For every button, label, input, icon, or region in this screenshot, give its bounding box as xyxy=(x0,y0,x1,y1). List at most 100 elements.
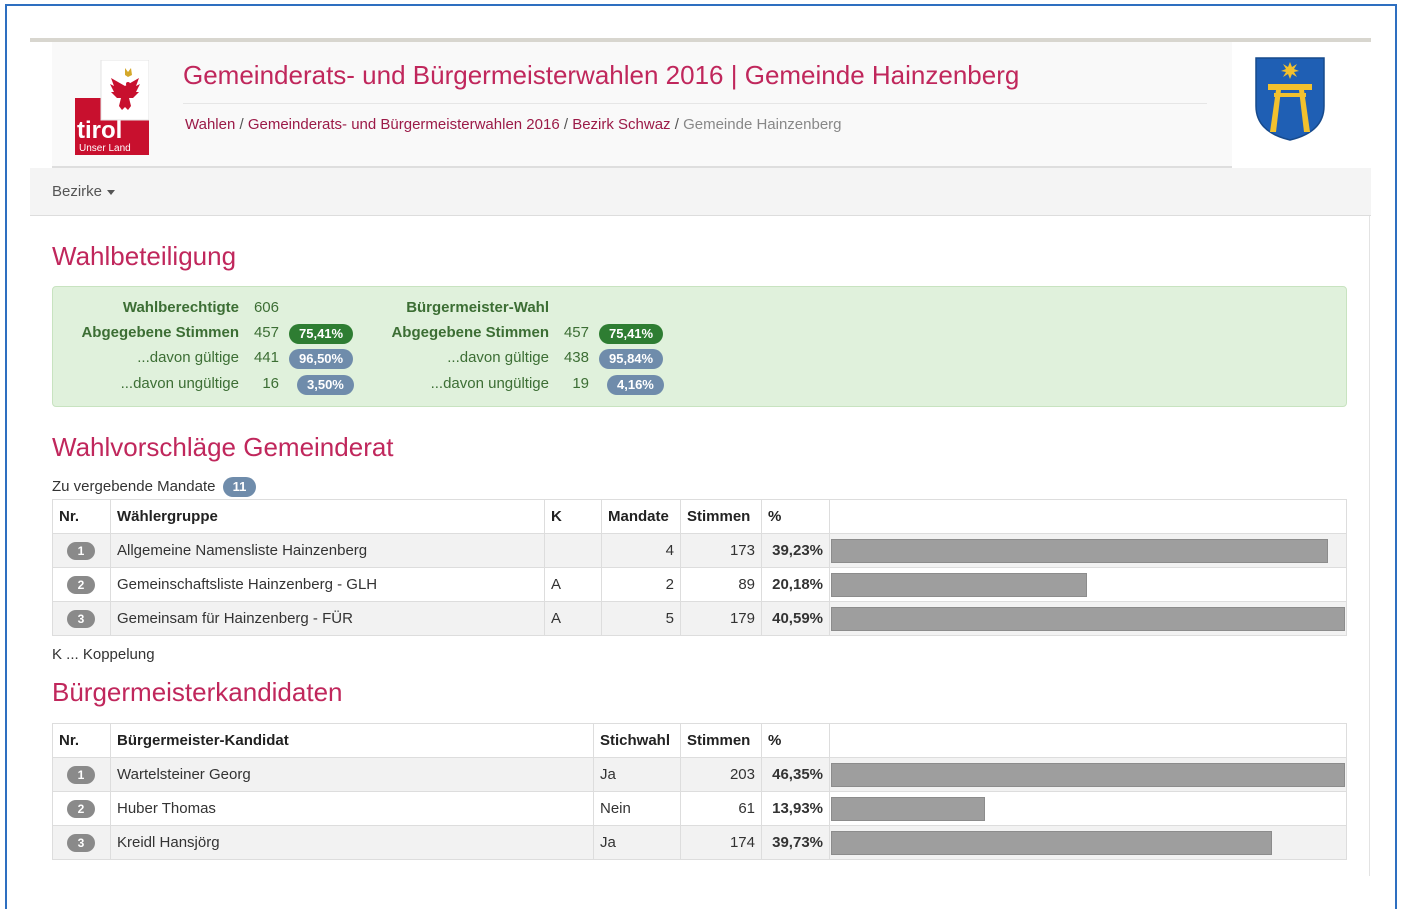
breadcrumb-link-bezirk[interactable]: Bezirk Schwaz xyxy=(572,116,670,133)
table-row: 1 Wartelsteiner Georg Ja 203 46,35% xyxy=(52,757,1347,792)
table-row: 3 Kreidl Hansjörg Ja 174 39,73% xyxy=(52,825,1347,860)
rank-badge: 3 xyxy=(67,609,95,628)
turnout-row-gueltig: ...davon gültige 441 96,50% xyxy=(53,349,413,371)
turnout-value: 19 xyxy=(572,375,589,392)
rank-badge: 3 xyxy=(67,833,95,852)
rank-badge: 2 xyxy=(67,575,95,594)
logo-text: tirol xyxy=(77,117,122,144)
table-row: 2 Gemeinschaftsliste Hainzenberg - GLH A… xyxy=(52,567,1347,602)
koppelung: A xyxy=(544,601,602,636)
turnout-percent-badge: 95,84% xyxy=(599,349,664,369)
rank-cell: 2 xyxy=(52,567,111,602)
percent-value: 40,59% xyxy=(761,601,830,636)
col-header-group: Wählergruppe xyxy=(110,499,545,534)
section-heading-buergermeister: Bürgermeisterkandidaten xyxy=(52,677,343,707)
chevron-down-icon xyxy=(107,189,116,195)
tirol-logo[interactable]: tirol Unser Land xyxy=(75,60,149,155)
table-header-row: Nr. Bürgermeister-Kandidat Stichwahl Sti… xyxy=(52,723,1347,758)
turnout-value: 606 xyxy=(253,299,279,316)
col-header-bar xyxy=(829,723,1347,758)
turnout-percent-badge: 75,41% xyxy=(289,324,354,344)
col-header-stimmen: Stimmen xyxy=(680,499,762,534)
buergermeister-table: Nr. Bürgermeister-Kandidat Stichwahl Sti… xyxy=(52,723,1347,860)
group-name: Gemeinsam für Hainzenberg - FÜR xyxy=(110,601,545,636)
turnout-row-ungueltig: ...davon ungültige 16 3,50% xyxy=(53,375,413,397)
rank-cell: 2 xyxy=(52,791,111,826)
col-header-stichwahl: Stichwahl xyxy=(593,723,681,758)
share-bar xyxy=(831,796,986,821)
turnout-value: 457 xyxy=(563,324,589,341)
col-header-nr: Nr. xyxy=(52,723,111,758)
turnout-row-bgm-heading: Bürgermeister-Wahl xyxy=(363,299,723,321)
percent-value: 46,35% xyxy=(761,757,830,792)
share-bar xyxy=(831,830,1272,855)
page-title: Gemeinderats- und Bürgermeisterwahlen 20… xyxy=(183,60,1020,90)
rank-badge: 2 xyxy=(67,799,95,818)
mandate-value: 2 xyxy=(601,567,681,602)
turnout-row-bgm-ungueltig: ...davon ungültige 19 4,16% xyxy=(363,375,723,397)
turnout-label: Abgegebene Stimmen xyxy=(391,324,549,341)
col-header-mandate: Mandate xyxy=(601,499,681,534)
koppelung: A xyxy=(544,567,602,602)
rank-badge: 1 xyxy=(67,541,95,560)
bar-cell xyxy=(829,825,1347,860)
turnout-label: Abgegebene Stimmen xyxy=(81,324,239,341)
rank-cell: 3 xyxy=(52,601,111,636)
votes-value: 174 xyxy=(680,825,762,860)
turnout-label: ...davon ungültige xyxy=(120,375,239,392)
percent-value: 20,18% xyxy=(761,567,830,602)
mandate-value: 4 xyxy=(601,533,681,568)
turnout-value: 457 xyxy=(253,324,279,341)
turnout-label: ...davon gültige xyxy=(447,349,549,366)
col-header-nr: Nr. xyxy=(52,499,111,534)
percent-value: 13,93% xyxy=(761,791,830,826)
candidate-name: Kreidl Hansjörg xyxy=(110,825,594,860)
share-bar xyxy=(831,762,1345,787)
votes-value: 203 xyxy=(680,757,762,792)
table-row: 1 Allgemeine Namensliste Hainzenberg 4 1… xyxy=(52,533,1347,568)
col-header-pct: % xyxy=(761,499,830,534)
candidate-name: Huber Thomas xyxy=(110,791,594,826)
bezirke-label: Bezirke xyxy=(52,183,103,200)
share-bar xyxy=(831,538,1328,563)
breadcrumb-current: Gemeinde Hainzenberg xyxy=(683,116,842,133)
turnout-percent-badge: 75,41% xyxy=(599,324,664,344)
turnout-percent-badge: 4,16% xyxy=(607,375,664,395)
col-header-stimmen: Stimmen xyxy=(680,723,762,758)
mandate-value: 5 xyxy=(601,601,681,636)
bar-cell xyxy=(829,533,1347,568)
bezirke-dropdown[interactable]: Bezirke xyxy=(52,183,116,200)
col-header-pct: % xyxy=(761,723,830,758)
group-name: Allgemeine Namensliste Hainzenberg xyxy=(110,533,545,568)
turnout-percent-badge: 96,50% xyxy=(289,349,354,369)
bar-cell xyxy=(829,601,1347,636)
gemeinderat-table: Nr. Wählergruppe K Mandate Stimmen % 1 A… xyxy=(52,499,1347,636)
col-header-candidate: Bürgermeister-Kandidat xyxy=(110,723,594,758)
breadcrumb-link-wahlen[interactable]: Wahlen xyxy=(185,116,235,133)
turnout-row-bgm-abgegeben: Abgegebene Stimmen 457 75,41% xyxy=(363,324,723,346)
rank-cell: 1 xyxy=(52,533,111,568)
percent-value: 39,23% xyxy=(761,533,830,568)
breadcrumb-link-election[interactable]: Gemeinderats- und Bürgermeisterwahlen 20… xyxy=(248,116,560,133)
bar-cell xyxy=(829,757,1347,792)
share-bar xyxy=(831,572,1087,597)
logo-subtext: Unser Land xyxy=(79,143,131,154)
bar-cell xyxy=(829,791,1347,826)
breadcrumb-separator: / xyxy=(674,116,679,133)
rank-badge: 1 xyxy=(67,765,95,784)
mandate-label: Zu vergebende Mandate xyxy=(52,478,216,495)
title-divider xyxy=(183,103,1207,104)
koppelung xyxy=(544,533,602,568)
group-name: Gemeinschaftsliste Hainzenberg - GLH xyxy=(110,567,545,602)
koppelung-legend: K ... Koppelung xyxy=(52,646,155,663)
turnout-row-wahlberechtigte: Wahlberechtigte 606 xyxy=(53,299,413,321)
turnout-value: 16 xyxy=(262,375,279,392)
turnout-value: 438 xyxy=(563,349,589,366)
stichwahl-value: Nein xyxy=(593,791,681,826)
section-heading-turnout: Wahlbeteiligung xyxy=(52,241,237,271)
turnout-panel: Wahlberechtigte 606 Abgegebene Stimmen 4… xyxy=(52,286,1347,407)
col-header-k: K xyxy=(544,499,602,534)
navbar: Bezirke xyxy=(30,168,1371,216)
section-heading-gemeinderat: Wahlvorschläge Gemeinderat xyxy=(52,432,394,462)
table-header-row: Nr. Wählergruppe K Mandate Stimmen % xyxy=(52,499,1347,534)
